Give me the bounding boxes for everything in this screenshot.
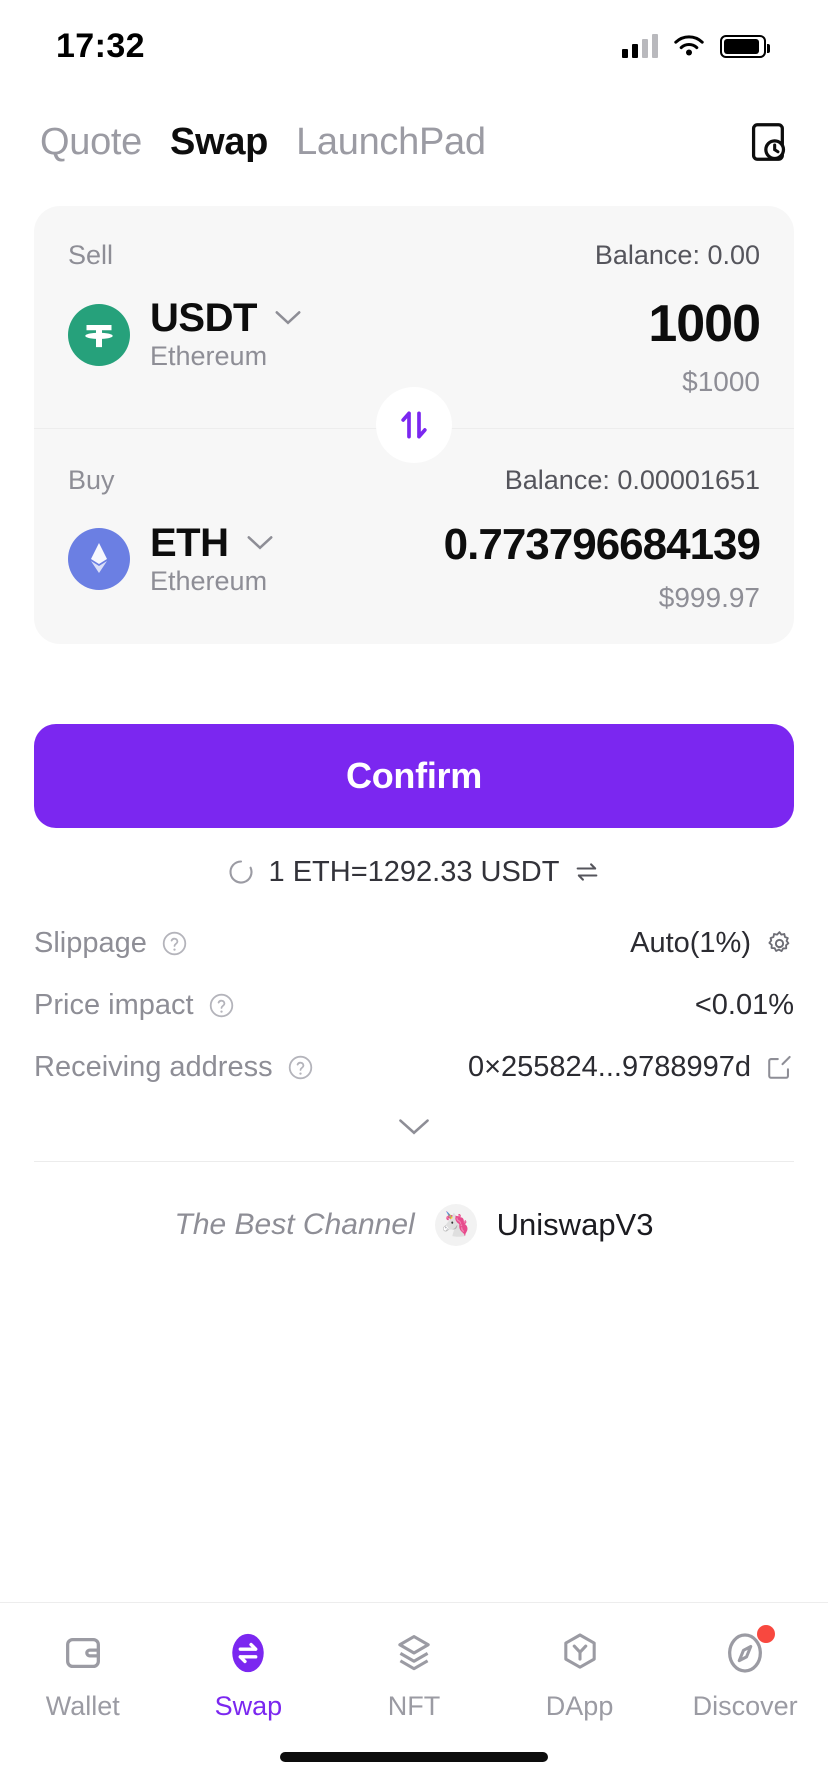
receiving-address-value-group[interactable]: 0×255824...9788997d: [468, 1051, 794, 1084]
exchange-rate-row[interactable]: 1 ETH=1292.33 USDT: [0, 856, 828, 889]
ethereum-icon: [68, 528, 130, 591]
slippage-value: Auto(1%): [630, 927, 751, 960]
spinner-icon: [228, 860, 253, 884]
price-impact-value-group: <0.01%: [695, 989, 794, 1022]
best-channel-label: The Best Channel: [174, 1207, 415, 1241]
unicorn-icon: 🦄: [434, 1203, 477, 1246]
tab-list: Quote Swap LaunchPad: [40, 121, 744, 164]
bottom-navigation: Wallet Swap NFT DApp Discover: [0, 1602, 828, 1752]
status-time: 17:32: [56, 26, 145, 65]
top-tab-bar: Quote Swap LaunchPad: [0, 92, 828, 192]
wallet-icon: [57, 1627, 109, 1679]
sell-amount-area[interactable]: 1000 $1000: [648, 297, 760, 398]
buy-body: ETH Ethereum 0.773796684139 $999.97: [68, 522, 760, 614]
sell-amount-input[interactable]: 1000: [648, 297, 760, 352]
slippage-value-group[interactable]: Auto(1%): [630, 927, 794, 960]
detail-row-receiving-address[interactable]: Receiving address 0×255824...9788997d: [34, 1037, 794, 1099]
nav-item-discover[interactable]: Discover: [662, 1625, 828, 1722]
signal-bars-icon: [622, 34, 658, 58]
sell-token-network: Ethereum: [150, 341, 268, 371]
tab-launchpad[interactable]: LaunchPad: [296, 121, 486, 164]
hexagon-icon: [554, 1627, 606, 1679]
sell-token-symbol: USDT: [150, 296, 257, 340]
nav-label-wallet: Wallet: [45, 1691, 120, 1721]
sell-fiat-value: $1000: [682, 365, 760, 397]
wifi-icon: [674, 34, 704, 55]
buy-token-symbol: ETH: [150, 520, 229, 565]
question-circle-icon[interactable]: [161, 930, 188, 957]
sell-token-row: USDT: [150, 297, 301, 339]
buy-token-network: Ethereum: [150, 565, 268, 596]
layers-icon: [388, 1627, 440, 1679]
tab-swap[interactable]: Swap: [170, 121, 268, 164]
question-circle-icon[interactable]: [287, 1054, 314, 1081]
confirm-button[interactable]: Confirm: [34, 723, 794, 828]
swap-card: Sell Balance: 0.00 USDT Ethereum 1000 $1…: [34, 206, 794, 644]
history-clock-icon[interactable]: [744, 119, 790, 165]
nav-item-swap[interactable]: Swap: [166, 1627, 332, 1722]
battery-icon: [720, 34, 770, 58]
edit-icon[interactable]: [765, 1053, 794, 1082]
status-indicators: [622, 34, 770, 59]
buy-amount-input[interactable]: 0.773796684139: [444, 522, 760, 568]
nav-item-wallet[interactable]: Wallet: [0, 1627, 166, 1722]
nav-item-nft[interactable]: NFT: [331, 1627, 497, 1722]
best-channel-row[interactable]: The Best Channel 🦄 UniswapV3: [0, 1203, 828, 1246]
rate-toggle-icon[interactable]: [573, 858, 601, 886]
price-impact-value: <0.01%: [694, 989, 794, 1022]
receiving-address-value: 0×255824...9788997d: [467, 1051, 751, 1084]
exchange-rate-text: 1 ETH=1292.33 USDT: [268, 855, 560, 888]
swap-icon: [222, 1627, 274, 1679]
nav-label-swap: Swap: [214, 1691, 283, 1721]
sell-label: Sell: [68, 240, 114, 270]
sell-body: USDT Ethereum 1000 $1000: [68, 297, 760, 398]
sell-header: Sell Balance: 0.00: [68, 240, 760, 271]
nav-label-discover: Discover: [692, 1691, 798, 1721]
compass-icon: [719, 1625, 776, 1679]
section-divider: [34, 1160, 794, 1162]
slippage-label-group: Slippage: [34, 927, 188, 960]
buy-balance: Balance: 0.00001651: [504, 464, 760, 495]
detail-row-slippage[interactable]: Slippage Auto(1%): [34, 913, 794, 975]
price-impact-label: Price impact: [34, 989, 194, 1022]
slippage-label: Slippage: [34, 927, 147, 960]
status-bar: 17:32: [0, 0, 828, 92]
swap-direction-button[interactable]: [376, 386, 452, 463]
price-impact-label-group: Price impact: [34, 989, 235, 1022]
buy-header: Buy Balance: 0.00001651: [68, 465, 760, 496]
tether-icon: [68, 303, 130, 366]
detail-row-price-impact[interactable]: Price impact <0.01%: [34, 975, 794, 1037]
buy-fiat-value: $999.97: [658, 581, 760, 613]
swap-screen: 17:32 Quote Swap LaunchPad Sell Balance:…: [0, 0, 828, 1792]
sell-balance: Balance: 0.00: [594, 240, 760, 270]
chevron-down-icon[interactable]: [275, 310, 301, 326]
nav-item-dapp[interactable]: DApp: [497, 1627, 663, 1722]
nav-label-nft: NFT: [387, 1691, 441, 1721]
notification-badge: [757, 1625, 776, 1643]
question-circle-icon[interactable]: [208, 992, 235, 1019]
buy-amount-area[interactable]: 0.773796684139 $999.97: [444, 522, 760, 614]
buy-label: Buy: [68, 464, 115, 495]
receiving-address-label: Receiving address: [34, 1051, 273, 1084]
gear-icon[interactable]: [765, 929, 794, 958]
sell-token-meta: USDT Ethereum: [150, 297, 301, 372]
buy-token-meta: ETH Ethereum: [150, 522, 273, 597]
chevron-down-icon[interactable]: [247, 535, 273, 551]
buy-token-row: ETH: [150, 522, 273, 564]
nav-label-dapp: DApp: [545, 1691, 614, 1721]
expand-details-button[interactable]: [34, 1099, 794, 1155]
buy-token-selector[interactable]: ETH Ethereum: [68, 522, 273, 597]
sell-token-selector[interactable]: USDT Ethereum: [68, 297, 301, 372]
home-indicator: [0, 1752, 828, 1792]
receiving-address-label-group: Receiving address: [34, 1051, 314, 1084]
tab-quote[interactable]: Quote: [40, 121, 142, 164]
chevron-down-icon: [399, 1119, 429, 1135]
swap-direction-icon: [401, 411, 427, 439]
detail-rows: Slippage Auto(1%) Price impact <0.01% Re…: [0, 913, 828, 1155]
best-channel-name: UniswapV3: [496, 1206, 654, 1242]
